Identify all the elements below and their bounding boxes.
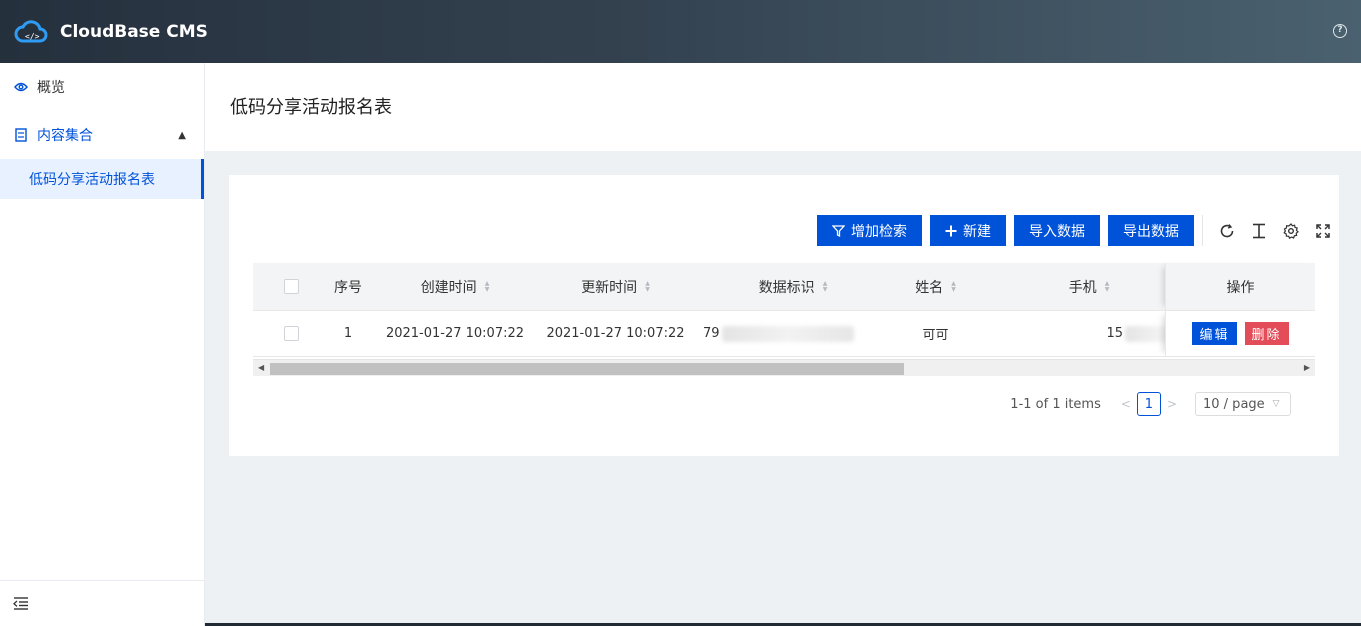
- redacted-value: [721, 325, 854, 342]
- row-created-time: 2021-01-27 10:07:22: [385, 326, 525, 341]
- delete-button[interactable]: 删除: [1244, 322, 1289, 345]
- column-header-name[interactable]: 姓名 ▲ ▼: [898, 263, 973, 310]
- page-header: 低码分享活动报名表: [205, 63, 1361, 151]
- scrollbar-thumb[interactable]: [270, 363, 904, 375]
- fullscreen-icon[interactable]: [1307, 215, 1339, 246]
- horizontal-scrollbar[interactable]: ◀ ▶: [253, 359, 1315, 376]
- column-header-index: 序号: [334, 279, 362, 296]
- pagination: 1-1 of 1 items < 1 > 10 / page ▽: [1010, 392, 1291, 416]
- row-name: 可可: [922, 328, 949, 343]
- select-all-cell: [253, 263, 329, 310]
- sidebar-subitem-label: 低码分享活动报名表: [29, 172, 155, 188]
- row-index: 1: [343, 326, 353, 341]
- export-data-button[interactable]: 导出数据: [1108, 215, 1194, 246]
- sidebar-item-overview[interactable]: 概览: [0, 63, 204, 111]
- next-page-icon[interactable]: >: [1167, 397, 1177, 411]
- eye-icon: [13, 79, 29, 95]
- top-header: </> CloudBase CMS ?: [0, 0, 1361, 63]
- column-header-updated[interactable]: 更新时间 ▲ ▼: [543, 263, 688, 310]
- column-header-data-id[interactable]: 数据标识 ▲ ▼: [688, 263, 898, 310]
- sidebar-subitem-signup-form[interactable]: 低码分享活动报名表: [0, 159, 204, 199]
- edit-button[interactable]: 编辑: [1192, 322, 1237, 345]
- collection-icon: [13, 127, 29, 143]
- page-title: 低码分享活动报名表: [230, 97, 392, 118]
- import-data-button[interactable]: 导入数据: [1014, 215, 1100, 246]
- row-actions: 编辑 删除: [1165, 311, 1315, 356]
- sort-icon[interactable]: ▲ ▼: [823, 280, 828, 293]
- row-data-id: 79: [688, 311, 898, 356]
- scroll-left-icon[interactable]: ◀: [258, 363, 264, 372]
- row-checkbox[interactable]: [283, 326, 299, 341]
- sort-icon[interactable]: ▲ ▼: [951, 280, 956, 293]
- sidebar: 概览 内容集合 ▲ 低码分享活动报名表: [0, 63, 205, 626]
- chevron-up-icon[interactable]: ▲: [178, 130, 186, 141]
- sort-icon[interactable]: ▲ ▼: [1105, 280, 1110, 293]
- table-toolbar: 增加检索 新建 导入数据 导出数据: [817, 215, 1339, 246]
- chevron-down-icon: ▽: [1272, 399, 1280, 409]
- pagination-total: 1-1 of 1 items: [1010, 396, 1101, 412]
- table-header: 序号 创建时间 ▲ ▼ 更新时间 ▲ ▼ 数据标识 ▲ ▼ 姓名 ▲ ▼ 手机 ▲ ▼ 操作: [253, 263, 1315, 310]
- app-title: CloudBase CMS: [60, 21, 208, 42]
- select-all-checkbox[interactable]: [283, 279, 299, 294]
- toolbar-divider: [1202, 215, 1203, 246]
- scroll-right-icon[interactable]: ▶: [1304, 363, 1310, 372]
- add-filter-button[interactable]: 增加检索: [817, 215, 922, 246]
- cloud-code-icon: </>: [14, 17, 48, 47]
- table-row: 1 2021-01-27 10:07:22 2021-01-27 10:07:2…: [253, 310, 1315, 357]
- gear-icon[interactable]: [1275, 215, 1307, 246]
- refresh-icon[interactable]: [1211, 215, 1243, 246]
- page-number-button[interactable]: 1: [1136, 392, 1161, 416]
- data-table: 序号 创建时间 ▲ ▼ 更新时间 ▲ ▼ 数据标识 ▲ ▼ 姓名 ▲ ▼ 手机 ▲ ▼ 操作 1 2…: [253, 263, 1315, 357]
- row-select-cell: [253, 311, 329, 356]
- prev-page-icon[interactable]: <: [1121, 397, 1131, 411]
- row-updated-time: 2021-01-27 10:07:22: [546, 326, 685, 341]
- question-circle-icon[interactable]: ?: [1333, 24, 1347, 38]
- filter-icon: [832, 224, 845, 237]
- sort-icon[interactable]: ▲ ▼: [485, 280, 490, 293]
- new-record-button[interactable]: 新建: [930, 215, 1006, 246]
- sidebar-item-label: 概览: [37, 80, 65, 96]
- column-settings-icon[interactable]: [1243, 215, 1275, 246]
- sort-icon[interactable]: ▲ ▼: [645, 280, 650, 293]
- column-header-created[interactable]: 创建时间 ▲ ▼: [367, 263, 543, 310]
- page-size-select[interactable]: 10 / page ▽: [1195, 392, 1291, 416]
- sidebar-item-label: 内容集合: [37, 128, 93, 144]
- column-header-actions: 操作: [1165, 263, 1315, 310]
- sidebar-item-collections[interactable]: 内容集合 ▲: [0, 111, 204, 159]
- plus-icon: [945, 225, 957, 237]
- svg-text:</>: </>: [25, 32, 40, 41]
- content-card: 增加检索 新建 导入数据 导出数据 序号 创建时间 ▲ ▼ 更新时间 ▲ ▼ 数…: [229, 175, 1339, 456]
- collapse-menu-icon[interactable]: [0, 580, 204, 626]
